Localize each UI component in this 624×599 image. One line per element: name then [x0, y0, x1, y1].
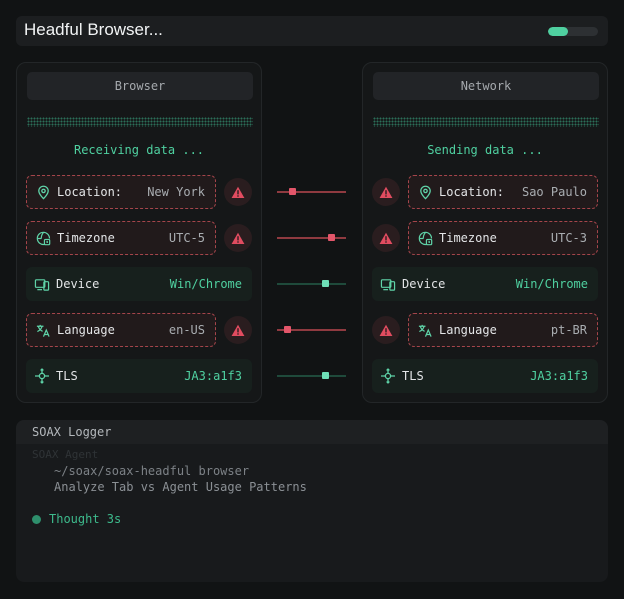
browser-tls-row: TLS JA3:a1f3 [26, 359, 252, 393]
row-value: UTC-5 [168, 231, 205, 245]
location-pin-icon [417, 184, 433, 200]
row-label: Timezone [57, 231, 115, 245]
progress-bar [548, 27, 598, 36]
translate-icon [35, 322, 51, 338]
thought-status-icon [32, 514, 41, 524]
row-label: Language [57, 323, 115, 337]
row-value: New York [147, 185, 205, 199]
row-label: Timezone [439, 231, 497, 245]
connection-link-timezone [277, 234, 346, 241]
row-value: UTC-3 [550, 231, 587, 245]
row-label: Device [56, 277, 100, 291]
browser-location-row: Location: New York [26, 175, 216, 209]
row-label: TLS [56, 369, 78, 383]
warning-icon [224, 224, 252, 252]
logger-thought: Thought 3s [32, 512, 121, 526]
link-knob[interactable] [322, 280, 329, 287]
location-pin-icon [35, 184, 51, 200]
progress-fill [548, 27, 568, 36]
row-value: pt-BR [550, 323, 587, 337]
logger-path: ~/soax/soax-headful browser [54, 464, 250, 478]
browser-panel-title: Browser [27, 72, 253, 100]
device-icon [380, 276, 396, 292]
row-label: Location: [57, 185, 123, 199]
browser-device-row: Device Win/Chrome [26, 267, 252, 301]
network-device-row: Device Win/Chrome [372, 267, 598, 301]
logger-faded-line: SOAX Agent [32, 448, 99, 461]
browser-status: Receiving data ... [73, 143, 205, 157]
data-stream-indicator [373, 117, 599, 127]
row-label: Location: [439, 185, 505, 199]
warning-icon [224, 316, 252, 344]
translate-icon [417, 322, 433, 338]
network-timezone-row: Timezone UTC-3 [408, 221, 598, 255]
logger-task: Analyze Tab vs Agent Usage Patterns [54, 480, 307, 494]
network-tls-row: TLS JA3:a1f3 [372, 359, 598, 393]
link-knob[interactable] [322, 372, 329, 379]
network-status: Sending data ... [427, 143, 543, 157]
row-value: JA3:a1f3 [184, 369, 242, 383]
row-value: Sao Paulo [521, 185, 587, 199]
header-bar: Headful Browser... [16, 16, 608, 46]
network-language-row: Language pt-BR [408, 313, 598, 347]
connection-link-language [277, 326, 346, 333]
link-knob[interactable] [289, 188, 296, 195]
logger-title: SOAX Logger [16, 420, 608, 444]
warning-icon [224, 178, 252, 206]
network-location-row: Location: Sao Paulo [408, 175, 598, 209]
warning-icon [372, 224, 400, 252]
row-label: Device [402, 277, 446, 291]
warning-icon [372, 316, 400, 344]
row-value: Win/Chrome [515, 277, 588, 291]
row-value: Win/Chrome [169, 277, 242, 291]
connection-link-device [277, 280, 346, 287]
data-stream-indicator [27, 117, 253, 127]
row-label: Language [439, 323, 497, 337]
browser-timezone-row: Timezone UTC-5 [26, 221, 216, 255]
connection-link-location [277, 188, 346, 195]
row-value: en-US [168, 323, 205, 337]
device-icon [34, 276, 50, 292]
timezone-globe-icon [35, 230, 51, 246]
warning-icon [372, 178, 400, 206]
row-value: JA3:a1f3 [530, 369, 588, 383]
network-panel-title: Network [373, 72, 599, 100]
network-node-icon [380, 368, 396, 384]
page-title: Headful Browser... [24, 20, 163, 39]
timezone-globe-icon [417, 230, 433, 246]
thought-text: Thought 3s [49, 512, 122, 526]
row-label: TLS [402, 369, 424, 383]
link-knob[interactable] [284, 326, 291, 333]
link-knob[interactable] [328, 234, 335, 241]
connection-link-tls [277, 372, 346, 379]
network-node-icon [34, 368, 50, 384]
browser-language-row: Language en-US [26, 313, 216, 347]
soax-logger-panel: SOAX Logger SOAX Agent ~/soax/soax-headf… [16, 420, 608, 582]
